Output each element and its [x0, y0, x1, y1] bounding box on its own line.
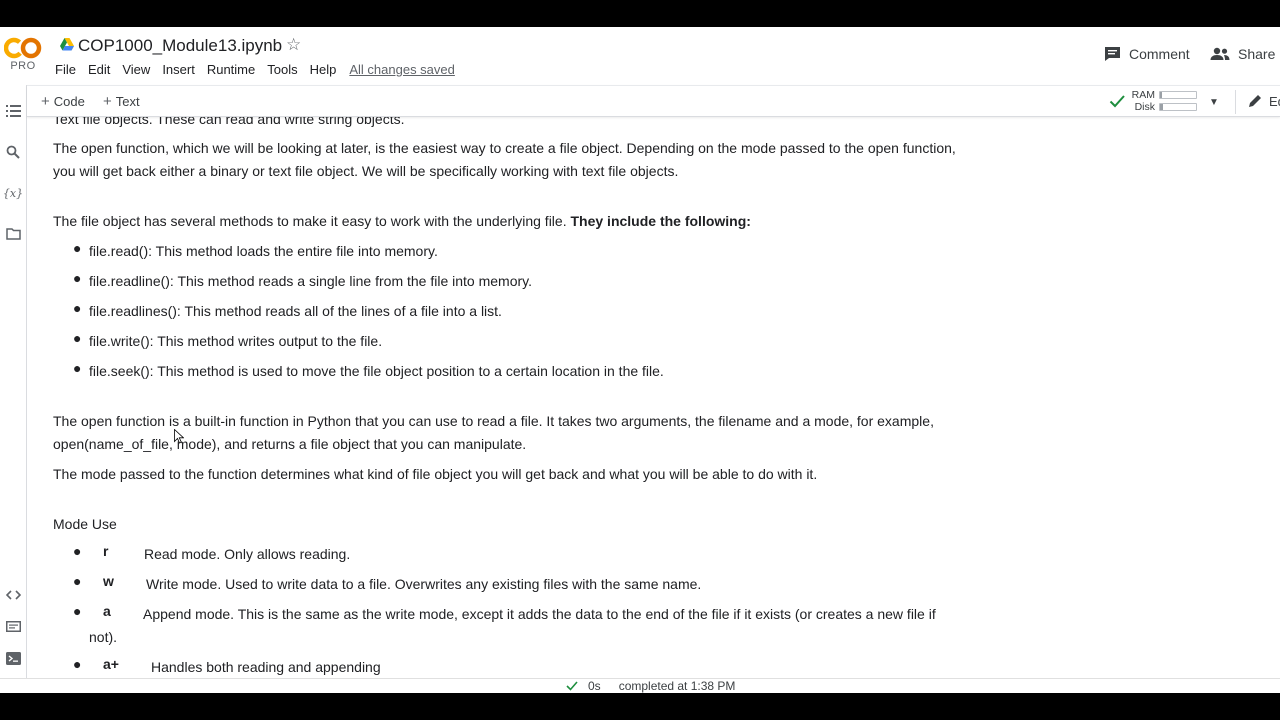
- mode-key-a: a: [103, 603, 111, 619]
- comment-button[interactable]: Comment: [1104, 46, 1190, 62]
- menu-help[interactable]: Help: [310, 62, 337, 77]
- left-sidebar: {x}: [0, 85, 27, 693]
- files-folder-icon[interactable]: [3, 224, 23, 244]
- plus-icon: +: [41, 93, 50, 110]
- save-status[interactable]: All changes saved: [349, 62, 455, 77]
- mouse-cursor-icon: [174, 429, 184, 444]
- ram-label: RAM: [1131, 89, 1155, 101]
- variables-icon[interactable]: {x}: [3, 183, 23, 203]
- command-palette-icon[interactable]: [3, 616, 23, 636]
- mode-desc-w: Write mode. Used to write data to a file…: [146, 576, 702, 592]
- colab-logo-icon: [4, 37, 42, 59]
- bullet: ●: [73, 656, 82, 672]
- notebook-title[interactable]: COP1000_Module13.ipynb: [78, 36, 282, 56]
- mode-key-a-plus: a+: [103, 656, 119, 672]
- pro-label: PRO: [10, 60, 36, 72]
- menu-runtime[interactable]: Runtime: [207, 62, 255, 77]
- chevron-down-icon[interactable]: ▼: [1209, 97, 1219, 108]
- mode-key-w: w: [103, 573, 114, 589]
- menu-edit[interactable]: Edit: [88, 62, 110, 77]
- mode-desc-a: Append mode. This is the same as the wri…: [143, 606, 936, 622]
- execution-duration: 0s: [588, 679, 601, 693]
- comment-icon: [1105, 47, 1120, 61]
- menu-view[interactable]: View: [122, 62, 150, 77]
- mode-key-r: r: [103, 543, 109, 559]
- menu-tools[interactable]: Tools: [267, 62, 297, 77]
- paragraph-open-function-builtin: The open function is a built-in function…: [53, 413, 934, 452]
- code-snippets-icon[interactable]: [3, 585, 23, 605]
- text-cell[interactable]: Text file objects. These can read and wr…: [27, 117, 962, 678]
- status-bar: 0s completed at 1:38 PM: [0, 678, 1280, 693]
- bullet: ●: [73, 300, 82, 316]
- notebook-content[interactable]: Text file objects. These can read and wr…: [27, 117, 1280, 678]
- paragraph-file-methods: The file object has several methods to m…: [53, 210, 963, 233]
- bullet: ●: [73, 543, 82, 559]
- menu-bar: File Edit View Insert Runtime Tools Help…: [55, 62, 467, 77]
- mode-desc-a-continued: not).: [89, 629, 118, 645]
- method-item-read: file.read(): This method loads the entir…: [89, 243, 438, 259]
- bullet: ●: [73, 240, 82, 256]
- terminal-icon[interactable]: [3, 648, 23, 668]
- colab-logo[interactable]: PRO: [4, 36, 42, 76]
- bullet: ●: [73, 573, 82, 589]
- comment-label: Comment: [1129, 46, 1190, 62]
- add-code-label: Code: [53, 94, 85, 109]
- add-text-button[interactable]: + Text: [103, 93, 140, 110]
- mode-desc-r: Read mode. Only allows reading.: [144, 546, 351, 562]
- ram-usage-bar: [1159, 91, 1197, 99]
- disk-usage-bar: [1159, 103, 1197, 111]
- method-item-readline: file.readline(): This method reads a sin…: [89, 273, 533, 289]
- paragraph-open-function-intro: The open function, which we will be look…: [53, 140, 956, 179]
- mode-desc-a-plus: Handles both reading and appending: [151, 659, 381, 675]
- paragraph-text-file-objects: Text file objects. These can read and wr…: [53, 117, 405, 127]
- execution-status[interactable]: 0s completed at 1:38 PM: [566, 679, 735, 693]
- success-check-icon: [566, 681, 578, 691]
- mode-use-heading: Mode Use: [53, 516, 117, 532]
- toolbar-divider: [1235, 90, 1236, 114]
- bullet: ●: [73, 330, 82, 346]
- add-code-button[interactable]: + Code: [41, 93, 85, 110]
- ram-usage-fill: [1160, 92, 1162, 98]
- google-drive-icon[interactable]: [60, 38, 74, 51]
- file-methods-bold: They include the following:: [570, 213, 751, 229]
- bullet: ●: [73, 360, 82, 376]
- execution-completed-time: completed at 1:38 PM: [618, 679, 736, 693]
- method-item-write: file.write(): This method writes output …: [89, 333, 383, 349]
- star-icon[interactable]: ☆: [286, 35, 301, 55]
- notebook-toolbar: +Code +Text RAM Disk ▼ Ed: [27, 85, 1280, 117]
- add-text-label: Text: [115, 94, 140, 109]
- share-label: Share: [1238, 46, 1276, 62]
- share-button[interactable]: Share: [1210, 46, 1275, 62]
- connected-check-icon: [1109, 95, 1125, 108]
- bullet: ●: [73, 270, 82, 286]
- search-icon[interactable]: [3, 142, 23, 162]
- header: PRO COP1000_Module13.ipynb ☆ File Edit V…: [0, 27, 1280, 85]
- disk-usage-fill: [1160, 104, 1163, 110]
- disk-label: Disk: [1134, 101, 1155, 113]
- menu-insert[interactable]: Insert: [162, 62, 195, 77]
- resources-indicator[interactable]: RAM Disk ▼: [1109, 89, 1229, 115]
- colab-window: PRO COP1000_Module13.ipynb ☆ File Edit V…: [0, 27, 1280, 693]
- method-item-seek: file.seek(): This method is used to move…: [89, 363, 664, 379]
- menu-file[interactable]: File: [55, 62, 76, 77]
- plus-icon: +: [103, 93, 112, 110]
- editing-button[interactable]: Ed: [1247, 93, 1280, 109]
- editing-label: Ed: [1269, 93, 1280, 109]
- file-methods-text: The file object has several methods to m…: [53, 213, 571, 229]
- people-icon: [1210, 47, 1230, 60]
- bullet: ●: [73, 603, 82, 619]
- table-of-contents-icon[interactable]: [3, 101, 23, 121]
- method-item-readlines: file.readlines(): This method reads all …: [89, 303, 502, 319]
- pencil-icon: [1249, 95, 1261, 107]
- paragraph-mode-determines: The mode passed to the function determin…: [53, 466, 818, 482]
